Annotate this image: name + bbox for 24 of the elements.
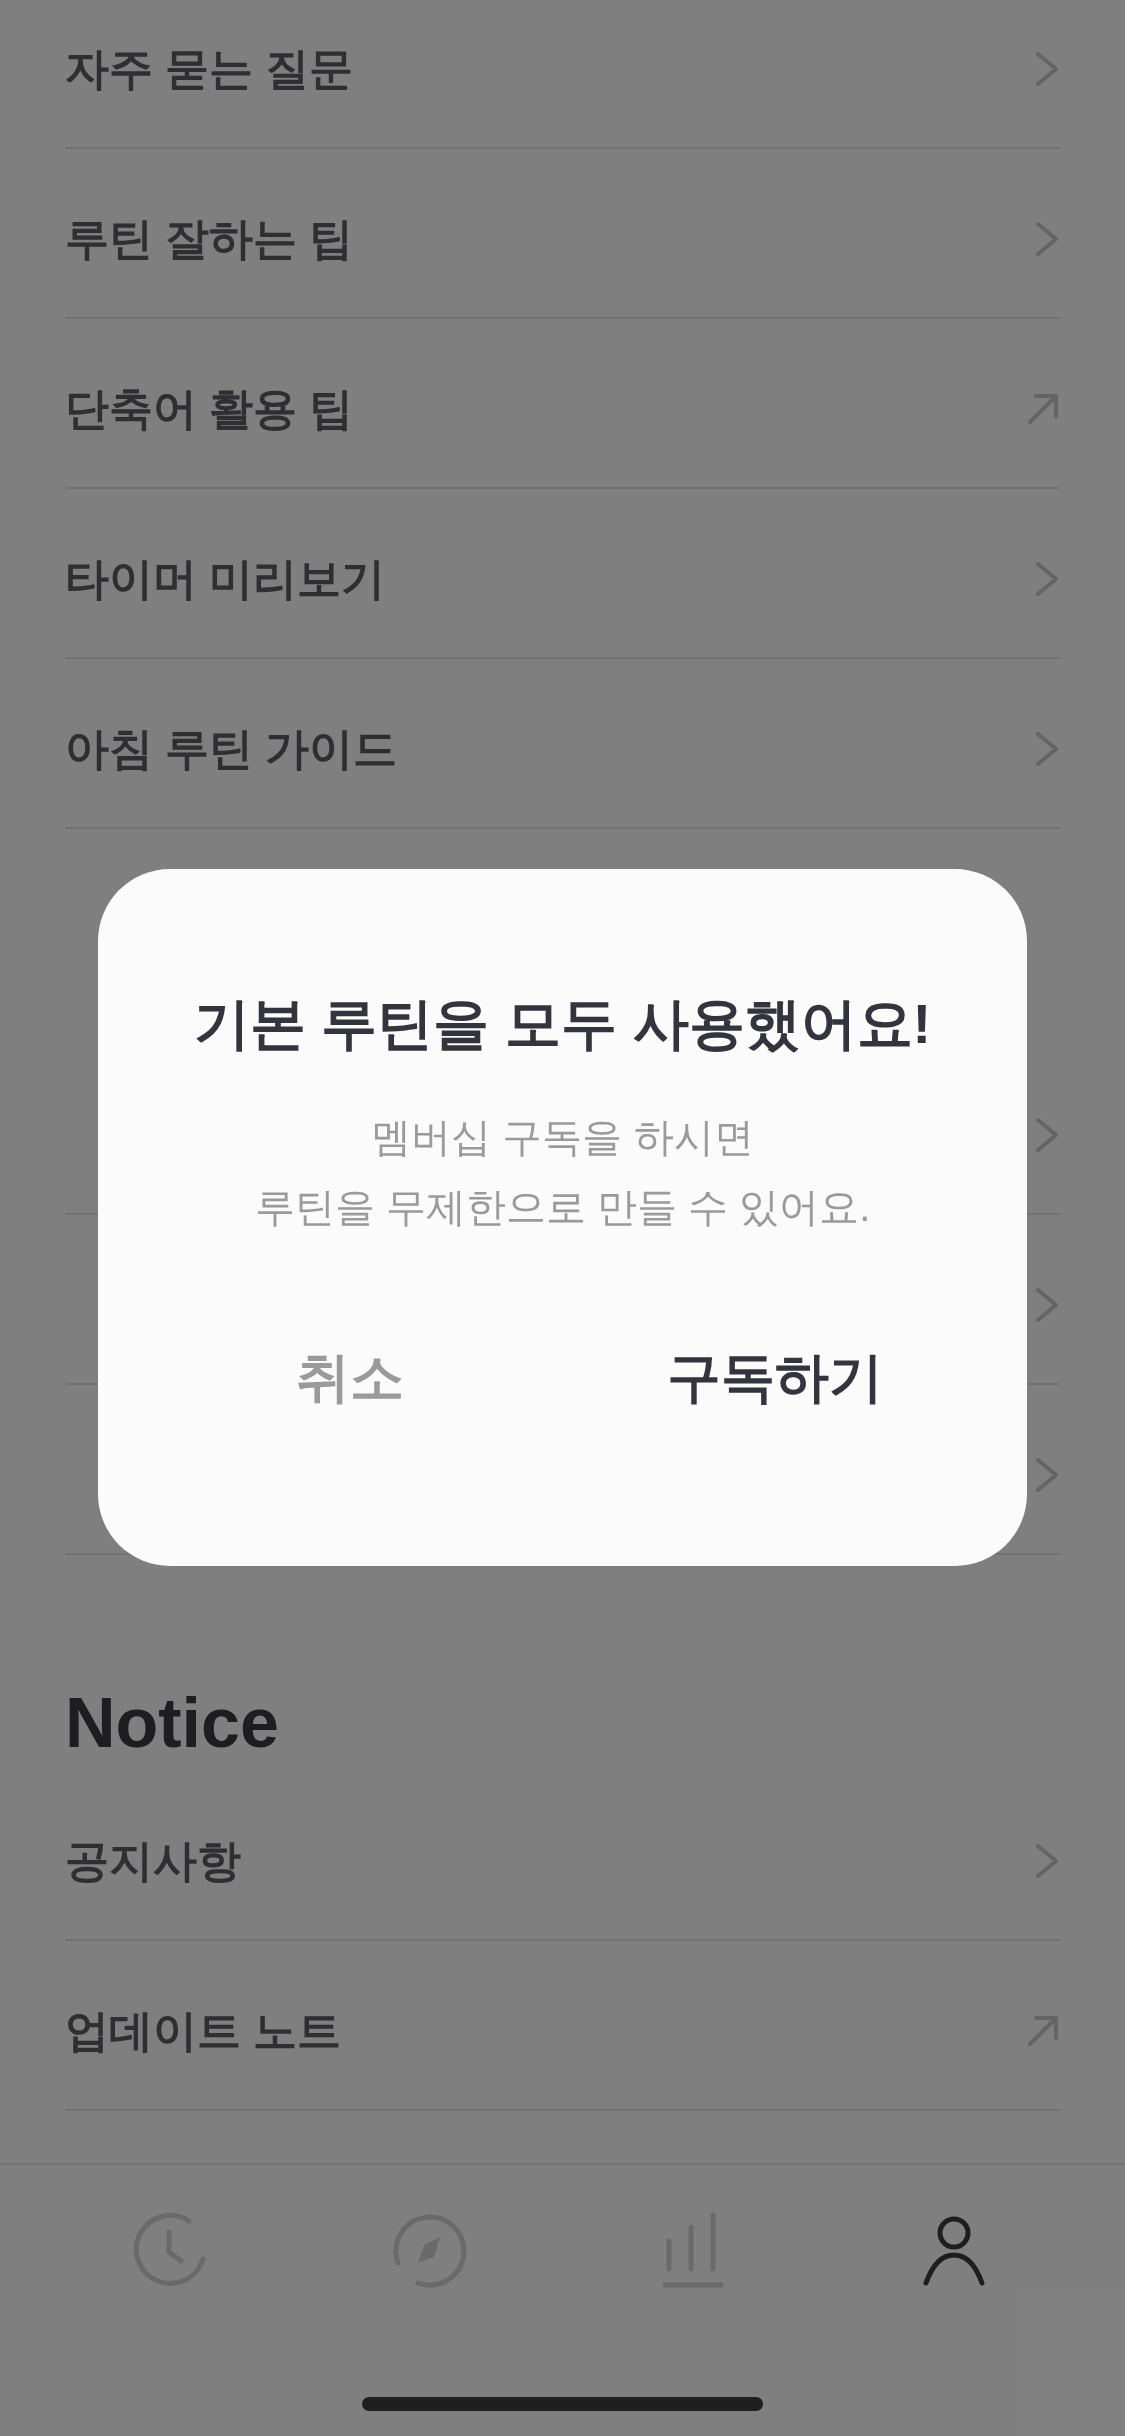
dialog-message: 멤버십 구독을 하시면 (371, 1114, 754, 1161)
arrow-up-right-icon (1026, 392, 1060, 426)
menu-row[interactable]: 업데이트 노트 (65, 1941, 1060, 2111)
chevron-right-icon (1034, 730, 1060, 768)
chevron-right-icon (1034, 1286, 1060, 1324)
cancel-button[interactable]: 취소 (98, 1322, 563, 1432)
chevron-right-icon (1034, 1116, 1060, 1154)
menu-row[interactable]: 자주 묻는 질문 (65, 0, 1060, 149)
chevron-right-icon (1034, 1842, 1060, 1880)
menu-row[interactable]: 아침 루틴 가이드 (65, 659, 1060, 829)
chevron-right-icon (1034, 1456, 1060, 1494)
menu-row[interactable]: 공지사항 (65, 1771, 1060, 1941)
menu-row[interactable]: 단축어 활용 팁 (65, 319, 1060, 489)
person-icon (922, 2215, 987, 2287)
subscribe-button[interactable]: 구독하기 (562, 1322, 1027, 1432)
chevron-right-icon (1034, 220, 1060, 258)
menu-row[interactable]: 루틴 잘하는 팁 (65, 149, 1060, 319)
dialog-title: 기본 루틴을 모두 사용했어요! (193, 991, 932, 1057)
chevron-right-icon (1034, 50, 1060, 88)
section-heading: Notice (65, 1683, 280, 1763)
dialog-message: 루틴을 무제한으로 만들 수 있어요. (254, 1184, 871, 1231)
arrow-up-right-icon (1026, 2014, 1060, 2048)
menu-row[interactable]: 타이머 미리보기 (65, 489, 1060, 659)
chevron-right-icon (1034, 560, 1060, 598)
